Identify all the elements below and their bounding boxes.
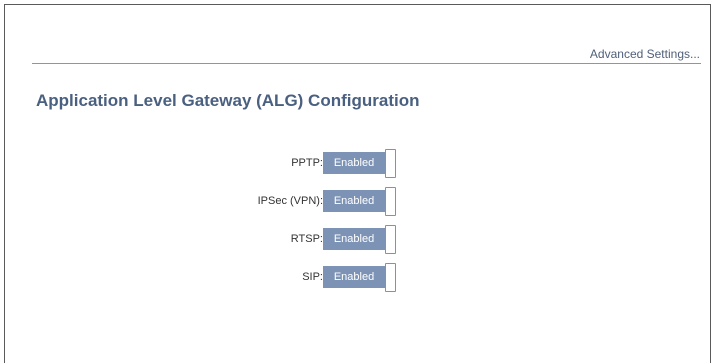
main-panel: Advanced Settings... Application Level G… [4,4,711,363]
pptp-label: PPTP: [291,157,323,169]
sip-toggle-handle[interactable] [385,263,396,292]
rtsp-label: RTSP: [290,233,323,245]
alg-row-ipsec: IPSec (VPN): Enabled [5,186,712,216]
page-title: Application Level Gateway (ALG) Configur… [36,91,420,110]
rtsp-toggle-state: Enabled [323,228,385,250]
header-divider [32,63,701,64]
sip-label: SIP: [302,271,323,283]
advanced-settings-link[interactable]: Advanced Settings... [590,47,700,61]
pptp-toggle[interactable]: Enabled [323,149,396,178]
alg-row-rtsp: RTSP: Enabled [5,224,712,254]
sip-toggle[interactable]: Enabled [323,263,396,292]
pptp-toggle-state: Enabled [323,152,385,174]
rtsp-toggle-handle[interactable] [385,225,396,254]
ipsec-toggle-state: Enabled [323,190,385,212]
sip-toggle-state: Enabled [323,266,385,288]
pptp-toggle-handle[interactable] [385,149,396,178]
alg-row-pptp: PPTP: Enabled [5,148,712,178]
ipsec-toggle-handle[interactable] [385,187,396,216]
ipsec-label: IPSec (VPN): [257,195,323,207]
ipsec-toggle[interactable]: Enabled [323,187,396,216]
alg-row-sip: SIP: Enabled [5,262,712,292]
rtsp-toggle[interactable]: Enabled [323,225,396,254]
